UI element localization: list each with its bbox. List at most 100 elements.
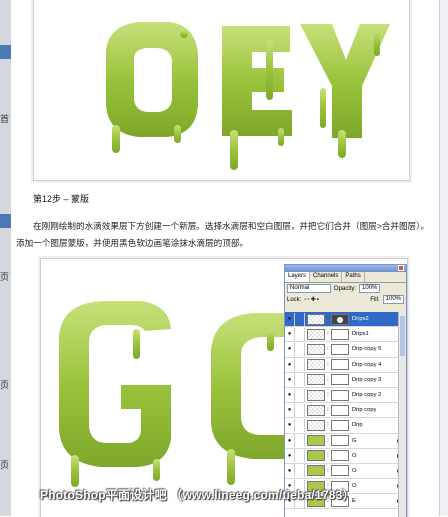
slime-letters-oey bbox=[106, 22, 390, 170]
slime-letter-e bbox=[222, 26, 292, 170]
layer-mask-thumbnail[interactable] bbox=[331, 374, 349, 386]
fill-label: Fill: bbox=[370, 296, 380, 303]
tab-channels[interactable]: Channels bbox=[310, 272, 343, 282]
layer-name: Drip copy 3 bbox=[352, 376, 382, 383]
layer-link-slot[interactable] bbox=[294, 464, 305, 478]
lock-icons[interactable]: ▫▫✚▪ bbox=[304, 296, 319, 303]
blend-row: Normal Opacity: 100% bbox=[285, 283, 406, 294]
layers-panel: Layers Channels Paths Normal Opacity: 10… bbox=[284, 264, 407, 517]
layer-link-slot[interactable] bbox=[294, 388, 305, 402]
eye-icon[interactable]: ● bbox=[285, 316, 294, 322]
layer-link-slot[interactable] bbox=[294, 312, 305, 326]
page-scrollbar[interactable] bbox=[439, 0, 448, 516]
layer-name: Drips1 bbox=[352, 331, 369, 338]
panel-tabs: Layers Channels Paths bbox=[285, 272, 406, 283]
layer-mask-thumbnail[interactable] bbox=[331, 343, 349, 355]
layer-link-slot[interactable] bbox=[294, 373, 305, 387]
layer-link-slot[interactable] bbox=[294, 434, 305, 448]
layer-name: G bbox=[352, 437, 357, 444]
opacity-label: Opacity: bbox=[334, 285, 357, 292]
eye-icon[interactable]: ● bbox=[285, 392, 294, 398]
layer-name: Drip copy 2 bbox=[352, 392, 382, 399]
side-tab[interactable] bbox=[0, 214, 11, 228]
layer-row[interactable]: ● ⁞ Drip copy 4 bbox=[285, 358, 406, 373]
layer-link-slot[interactable] bbox=[294, 327, 305, 341]
watermark: PhotoShop平面设计吧 （www.lineeg.com/tieba/178… bbox=[40, 488, 355, 502]
layer-name: O bbox=[352, 452, 357, 459]
layer-row[interactable]: ● ⁞ Drips1 bbox=[285, 327, 406, 343]
layer-row[interactable]: ● ⁞ Drips2 bbox=[285, 312, 406, 328]
close-icon[interactable] bbox=[398, 265, 404, 271]
eye-icon[interactable]: ● bbox=[285, 422, 294, 428]
eye-icon[interactable]: ● bbox=[285, 407, 294, 413]
side-glyph: 首 bbox=[0, 114, 10, 124]
layer-row[interactable]: ● ⁞ O bbox=[285, 464, 406, 480]
layer-link-slot[interactable] bbox=[294, 358, 305, 372]
slime-letter-g bbox=[59, 301, 171, 487]
layer-mask-thumbnail[interactable] bbox=[331, 404, 349, 416]
eye-icon[interactable]: ● bbox=[285, 377, 294, 383]
layer-thumbnail bbox=[307, 389, 325, 401]
side-tab[interactable] bbox=[0, 45, 11, 59]
layer-row[interactable]: ● ⁞ O bbox=[285, 449, 406, 464]
layer-link-slot[interactable] bbox=[294, 342, 305, 356]
layer-mask-thumbnail[interactable] bbox=[331, 419, 349, 431]
lock-row: Lock: ▫▫✚▪ Fill: 100% bbox=[285, 294, 406, 305]
slime-letter-o bbox=[106, 22, 198, 153]
layer-link-slot[interactable] bbox=[294, 449, 305, 463]
tutorial-image-oey bbox=[33, 0, 410, 181]
layer-thumbnail bbox=[307, 359, 325, 371]
panel-titlebar[interactable] bbox=[285, 265, 406, 272]
eye-icon[interactable]: ● bbox=[285, 468, 294, 474]
tutorial-image-gc: Layers Channels Paths Normal Opacity: 10… bbox=[40, 258, 408, 517]
tab-layers[interactable]: Layers bbox=[285, 272, 311, 282]
eye-icon[interactable]: ● bbox=[285, 438, 294, 444]
layer-mask-thumbnail[interactable] bbox=[331, 328, 349, 340]
layer-mask-thumbnail[interactable] bbox=[331, 450, 349, 462]
layer-row[interactable]: ● ⁞ Drip copy 5 bbox=[285, 342, 406, 358]
layer-name: Drip copy 5 bbox=[352, 346, 382, 353]
eye-icon[interactable]: ● bbox=[285, 362, 294, 368]
side-glyph: 页 bbox=[0, 460, 10, 470]
layer-thumbnail bbox=[307, 374, 325, 386]
layer-thumbnail bbox=[307, 450, 325, 462]
side-glyph: 页 bbox=[0, 272, 10, 282]
layer-thumbnail bbox=[307, 419, 325, 431]
layer-name: Drip bbox=[352, 422, 363, 429]
slime-letter-y bbox=[300, 24, 390, 158]
layer-mask-thumbnail[interactable] bbox=[331, 359, 349, 371]
layer-mask-thumbnail[interactable] bbox=[331, 435, 349, 447]
step-title: 第12步 – 蒙版 bbox=[33, 194, 90, 204]
layer-thumbnail bbox=[307, 343, 325, 355]
eye-icon[interactable]: ● bbox=[285, 331, 294, 337]
layer-name: O bbox=[352, 467, 357, 474]
eye-icon[interactable]: ● bbox=[285, 453, 294, 459]
layer-name: Drips2 bbox=[352, 316, 369, 323]
layer-name: Drip copy bbox=[352, 407, 377, 414]
layer-thumbnail bbox=[307, 465, 325, 477]
layer-mask-thumbnail[interactable] bbox=[331, 465, 349, 477]
layer-mask-thumbnail[interactable] bbox=[331, 389, 349, 401]
layer-row[interactable]: ● ⁞ Drip copy 2 bbox=[285, 388, 406, 404]
layer-thumbnail bbox=[307, 328, 325, 340]
layer-link-slot[interactable] bbox=[294, 403, 305, 417]
layer-row[interactable]: ● ⁞ G bbox=[285, 434, 406, 449]
layer-row[interactable]: ● ⁞ Drip copy bbox=[285, 403, 406, 419]
layer-row[interactable]: ● ⁞ Drip bbox=[285, 418, 406, 434]
opacity-input[interactable]: 100% bbox=[359, 284, 381, 293]
layer-row[interactable]: ● ⁞ Drip copy 3 bbox=[285, 373, 406, 388]
blend-mode-select[interactable]: Normal bbox=[287, 284, 331, 293]
layer-thumbnail bbox=[307, 435, 325, 447]
layer-mask-thumbnail[interactable] bbox=[331, 313, 349, 325]
side-glyph: 页 bbox=[0, 380, 10, 390]
layer-name: Drip copy 4 bbox=[352, 361, 382, 368]
fill-input[interactable]: 100% bbox=[382, 295, 404, 304]
tab-paths[interactable]: Paths bbox=[342, 272, 365, 282]
step-description: 在刚刚绘制的水滴效果层下方创建一个新层。选择水滴层和空白图层，并把它们合并（图层… bbox=[16, 221, 430, 248]
scroll-thumb[interactable] bbox=[400, 316, 405, 356]
layer-link-slot[interactable] bbox=[294, 418, 305, 432]
layer-thumbnail bbox=[307, 313, 325, 325]
eye-icon[interactable]: ● bbox=[285, 346, 294, 352]
layers-scrollbar[interactable] bbox=[398, 312, 406, 517]
browser-side-strip: 首 页 页 页 bbox=[0, 0, 11, 516]
